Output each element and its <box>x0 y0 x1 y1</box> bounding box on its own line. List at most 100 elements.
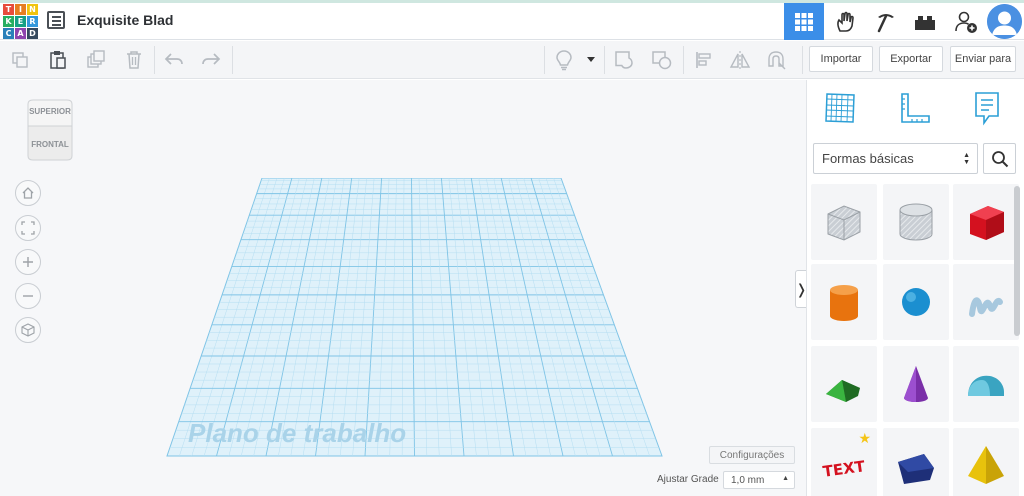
trash-icon <box>127 51 141 69</box>
ruler-icon <box>901 93 930 123</box>
edit-toolbar: Importar Exportar Enviar para <box>0 41 1024 79</box>
shape-cone[interactable] <box>883 346 949 422</box>
workspace-canvas[interactable]: SUPERIOR FRONTAL Plano de trabalho Confi… <box>0 80 806 496</box>
logo-letter: I <box>15 4 26 15</box>
snap-grid-label: Ajustar Grade <box>657 474 719 485</box>
shape-sphere[interactable] <box>883 264 949 340</box>
logo-letter: D <box>27 28 38 39</box>
3d-view-button[interactable] <box>784 3 824 40</box>
logo-letter: R <box>27 16 38 27</box>
red-box-icon <box>970 206 1004 240</box>
caret-down-icon <box>587 57 595 62</box>
mirror-button[interactable] <box>726 41 754 79</box>
send-to-button[interactable]: Enviar para <box>950 46 1016 72</box>
share-button[interactable] <box>946 3 986 40</box>
fit-icon <box>21 221 35 235</box>
shape-cylinder-hole[interactable] <box>883 184 949 260</box>
copy-button[interactable] <box>6 41 34 79</box>
paste-button[interactable] <box>44 41 72 79</box>
blue-sphere-icon <box>902 288 930 316</box>
workplane-tool-button[interactable] <box>820 88 860 128</box>
note-icon <box>975 92 999 126</box>
workplane-grid-icon <box>825 93 855 123</box>
text-3d-icon: TEXT <box>822 457 867 481</box>
shape-cylinder[interactable] <box>811 264 877 340</box>
redo-icon <box>202 53 221 65</box>
redo-button[interactable] <box>197 41 225 79</box>
navy-polygon-icon <box>898 454 934 484</box>
group-icon <box>615 51 633 69</box>
shape-roof[interactable] <box>811 346 877 422</box>
import-button[interactable]: Importar <box>809 46 873 72</box>
header-bar: TIN KER CAD Exquisite Blad <box>0 3 1024 40</box>
shape-category-value: Formas básicas <box>822 151 914 166</box>
circuits-button[interactable] <box>825 3 865 40</box>
delete-button[interactable] <box>120 41 148 79</box>
logo-letter: T <box>3 4 14 15</box>
shape-text[interactable]: TEXT ★ <box>811 428 877 496</box>
toolbar-separator <box>604 46 605 74</box>
perspective-cube-icon <box>21 323 35 337</box>
cruise-button[interactable] <box>762 41 790 79</box>
duplicate-button[interactable] <box>82 41 110 79</box>
plus-icon <box>23 257 33 267</box>
toolbar-separator <box>154 46 155 74</box>
hand-icon <box>837 11 854 32</box>
toolbar-separator <box>683 46 684 74</box>
export-button[interactable]: Exportar <box>879 46 943 72</box>
ruler-tool-button[interactable] <box>895 88 935 128</box>
perspective-button[interactable] <box>15 317 41 343</box>
workplane-grid[interactable] <box>165 178 665 458</box>
ungroup-button[interactable] <box>648 41 676 79</box>
shape-box-hole[interactable] <box>811 184 877 260</box>
user-avatar[interactable] <box>987 4 1022 39</box>
minus-icon <box>23 295 33 297</box>
paste-icon <box>50 51 66 69</box>
duplicate-icon <box>87 50 105 68</box>
group-button[interactable] <box>610 41 638 79</box>
light-button[interactable] <box>550 41 578 79</box>
fit-view-button[interactable] <box>15 215 41 241</box>
shape-search-button[interactable] <box>983 143 1016 174</box>
undo-button[interactable] <box>160 41 188 79</box>
mirror-icon <box>729 51 751 69</box>
undo-icon <box>164 53 183 65</box>
shape-round-roof[interactable] <box>953 346 1019 422</box>
panel-scrollbar[interactable] <box>1014 186 1020 336</box>
codeblocks-button[interactable] <box>866 3 906 40</box>
pickaxe-icon <box>877 13 894 32</box>
logo-letter: E <box>15 16 26 27</box>
star-icon: ★ <box>858 430 871 446</box>
home-view-button[interactable] <box>15 180 41 206</box>
view-cube-top-label[interactable]: SUPERIOR <box>24 107 76 116</box>
bricks-button[interactable] <box>905 3 945 40</box>
shape-polygon[interactable] <box>883 428 949 496</box>
select-arrows-icon: ▲ ▼ <box>963 152 970 166</box>
bricks-icon <box>915 15 935 30</box>
settings-button[interactable]: Configurações <box>709 446 795 464</box>
light-dropdown[interactable] <box>582 41 600 79</box>
logo-letter: C <box>3 28 14 39</box>
shape-pyramid[interactable] <box>953 428 1019 496</box>
tinkercad-logo[interactable]: TIN KER CAD <box>3 4 38 39</box>
design-list-icon[interactable] <box>47 11 65 29</box>
shape-category-select[interactable]: Formas básicas ▲ ▼ <box>813 143 978 174</box>
align-button[interactable] <box>690 41 718 79</box>
purple-cone-icon <box>904 366 928 402</box>
zoom-in-button[interactable] <box>15 249 41 275</box>
align-icon <box>696 52 711 68</box>
snap-grid-select[interactable]: 1,0 mm ▲ <box>723 471 795 489</box>
view-cube[interactable]: SUPERIOR FRONTAL <box>24 98 76 162</box>
logo-letter: K <box>3 16 14 27</box>
scribble-icon <box>969 297 1003 317</box>
design-title[interactable]: Exquisite Blad <box>77 12 173 28</box>
notes-tool-button[interactable] <box>967 88 1007 128</box>
grid-icon <box>795 12 813 31</box>
orange-cylinder-icon <box>830 285 858 321</box>
avatar-icon <box>987 4 1022 39</box>
view-cube-front-label[interactable]: FRONTAL <box>24 140 76 149</box>
shape-box[interactable] <box>953 184 1019 260</box>
shape-scribble[interactable] <box>953 264 1019 340</box>
teal-round-roof-icon <box>968 375 1004 396</box>
zoom-out-button[interactable] <box>15 283 41 309</box>
